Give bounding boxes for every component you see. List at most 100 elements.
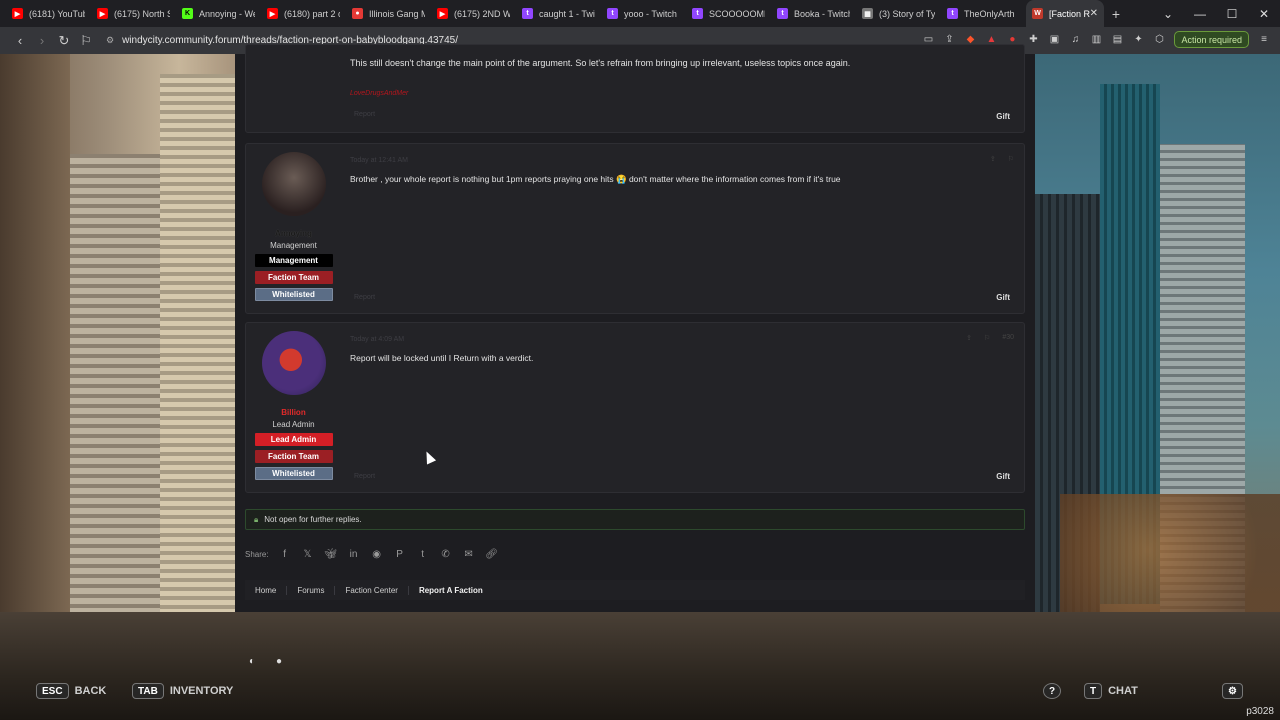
hud-chat[interactable]: T CHAT bbox=[1084, 682, 1138, 700]
post-body: Today at 12:41 AM ⇪ ⚐ Brother , your who… bbox=[350, 144, 1014, 313]
breadcrumb-faction-center[interactable]: Faction Center bbox=[334, 585, 407, 595]
tab-title: Booka - Twitch bbox=[794, 8, 850, 19]
bluesky-icon[interactable]: 🦋︎ bbox=[324, 548, 337, 560]
tab-title: SCOOOOOME bbox=[709, 8, 765, 19]
browser-tab[interactable]: ● Illinois Gang M bbox=[346, 0, 431, 27]
back-label: BACK bbox=[74, 685, 107, 697]
tumblr-icon[interactable]: t bbox=[417, 548, 429, 560]
email-icon[interactable]: ✉ bbox=[463, 548, 475, 560]
gift-button[interactable]: Gift bbox=[996, 112, 1010, 121]
avatar[interactable] bbox=[261, 152, 326, 216]
overlay-icon-left: ◐ bbox=[249, 656, 256, 667]
hud-inventory[interactable]: TAB INVENTORY bbox=[132, 682, 233, 700]
whatsapp-icon[interactable]: ✆ bbox=[440, 548, 452, 560]
browser-tab[interactable]: ▶ (6175) 2ND W bbox=[431, 0, 516, 27]
breadcrumb-home[interactable]: Home bbox=[245, 586, 286, 595]
bookmark-icon[interactable]: ⚐ bbox=[76, 33, 96, 49]
close-icon[interactable]: ✕ bbox=[1248, 0, 1280, 27]
post-user-info: Billion Lead Admin Lead Admin Faction Te… bbox=[246, 323, 341, 480]
post-text: Report will be locked until I Return wit… bbox=[350, 353, 534, 363]
youtube-icon: ▶ bbox=[437, 8, 448, 19]
new-tab-icon[interactable]: + bbox=[1104, 6, 1128, 22]
x-icon[interactable]: 𝕏 bbox=[302, 548, 314, 560]
esc-key: ESC bbox=[36, 683, 69, 699]
twitch-icon: t bbox=[777, 8, 788, 19]
breadcrumb-report-a-faction[interactable]: Report A Faction bbox=[407, 585, 493, 595]
browser-tab[interactable]: t caught 1 - Twit bbox=[516, 0, 601, 27]
tab-search-icon[interactable]: ▣ bbox=[1048, 34, 1060, 46]
sidebar-icon[interactable]: ▥ bbox=[1090, 34, 1102, 46]
leo-icon[interactable]: ✦ bbox=[1132, 34, 1144, 46]
report-link[interactable]: Report bbox=[354, 294, 375, 301]
maps-icon: ● bbox=[352, 8, 363, 19]
bookmark-post-icon[interactable]: ⚐ bbox=[1008, 155, 1014, 163]
minimize-icon[interactable]: — bbox=[1184, 0, 1216, 27]
building-left bbox=[0, 54, 70, 614]
post-number[interactable]: #30 bbox=[1002, 334, 1014, 342]
help-icon: ? bbox=[1043, 683, 1062, 699]
back-icon[interactable]: ‹ bbox=[10, 33, 30, 48]
youtube-icon: ▶ bbox=[12, 8, 23, 19]
browser-tab[interactable]: ▦ (3) Story of Tyr bbox=[856, 0, 941, 27]
browser-tab[interactable]: ▶ (6175) North S bbox=[91, 0, 176, 27]
browser-tab[interactable]: K Annoying - We bbox=[176, 0, 261, 27]
hud-settings[interactable]: ⚙ bbox=[1222, 682, 1249, 700]
breadcrumb-forums[interactable]: Forums bbox=[286, 585, 334, 595]
reddit-icon[interactable]: ◉ bbox=[371, 548, 383, 560]
site-info-icon[interactable]: ⚙ bbox=[106, 35, 114, 45]
post-username[interactable]: Annoying bbox=[246, 229, 341, 238]
pinterest-icon[interactable]: P bbox=[394, 548, 406, 560]
user-banner-management: Management bbox=[254, 254, 333, 267]
hud-back[interactable]: ESC BACK bbox=[36, 682, 106, 700]
action-required-button[interactable]: Action required bbox=[1174, 31, 1249, 48]
grid-icon: ▦ bbox=[862, 8, 873, 19]
maximize-icon[interactable]: ☐ bbox=[1216, 0, 1248, 27]
forum-post: Annoying Management Management Faction T… bbox=[245, 143, 1025, 314]
chat-key-icon: T bbox=[1084, 683, 1103, 699]
wallet-icon[interactable]: ▤ bbox=[1111, 34, 1123, 46]
forward-icon[interactable]: › bbox=[32, 33, 52, 48]
twitch-icon: t bbox=[947, 8, 958, 19]
window-controls: ⌄ — ☐ ✕ bbox=[1152, 0, 1280, 27]
browser-tab[interactable]: t yooo - Twitch bbox=[601, 0, 686, 27]
media-icon[interactable]: ♫ bbox=[1069, 34, 1081, 46]
facebook-icon[interactable]: f bbox=[279, 548, 291, 560]
bookmark-post-icon[interactable]: ⚐ bbox=[984, 334, 990, 342]
reload-icon[interactable]: ↻ bbox=[54, 33, 74, 49]
browser-tab[interactable]: t TheOnlyArth bbox=[941, 0, 1026, 27]
link-icon[interactable]: 🔗︎ bbox=[485, 548, 498, 560]
post-date[interactable]: Today at 4:09 AM bbox=[350, 336, 404, 343]
forum-icon: W bbox=[1032, 8, 1043, 19]
browser-tab[interactable]: ▶ (6181) YouTube bbox=[6, 0, 91, 27]
linkedin-icon[interactable]: in bbox=[348, 548, 360, 560]
youtube-icon: ▶ bbox=[97, 8, 108, 19]
hud-help[interactable]: ? bbox=[1043, 682, 1067, 700]
chat-label: CHAT bbox=[1108, 685, 1138, 697]
post-date[interactable]: Today at 12:41 AM bbox=[350, 157, 408, 164]
building-left-tall bbox=[70, 154, 160, 614]
menu-icon[interactable]: ≡ bbox=[1258, 34, 1270, 46]
post-tools: ⇪ ⚐ #30 bbox=[966, 334, 1014, 342]
post-username[interactable]: Billion bbox=[246, 408, 341, 417]
report-link[interactable]: Report bbox=[354, 111, 375, 118]
user-banner-faction-team: Faction Team bbox=[254, 271, 333, 284]
report-link[interactable]: Report bbox=[354, 473, 375, 480]
share-post-icon[interactable]: ⇪ bbox=[990, 155, 996, 163]
extensions-icon[interactable]: ✚ bbox=[1027, 34, 1039, 46]
browser-tab[interactable]: t SCOOOOOME bbox=[686, 0, 771, 27]
forum-post: This still doesn't change the main point… bbox=[245, 44, 1025, 133]
tab-title: (6175) 2ND W bbox=[454, 8, 510, 19]
avatar[interactable] bbox=[261, 331, 326, 395]
browser-tab-active[interactable]: W [Faction R ✕ bbox=[1026, 0, 1104, 27]
share-bar: Share: f 𝕏 🦋︎ in ◉ P t ✆ ✉ 🔗︎ bbox=[245, 548, 509, 560]
chevron-down-icon[interactable]: ⌄ bbox=[1152, 0, 1184, 27]
post-user-info: Annoying Management Management Faction T… bbox=[246, 144, 341, 301]
tab-title: Illinois Gang M bbox=[369, 8, 425, 19]
gift-button[interactable]: Gift bbox=[996, 293, 1010, 302]
browser-tab[interactable]: t Booka - Twitch bbox=[771, 0, 856, 27]
close-tab-icon[interactable]: ✕ bbox=[1090, 8, 1098, 19]
share-post-icon[interactable]: ⇪ bbox=[966, 334, 972, 342]
vpn-icon[interactable]: ⬡ bbox=[1153, 34, 1165, 46]
browser-tab[interactable]: ▶ (6180) part 2 o bbox=[261, 0, 346, 27]
gift-button[interactable]: Gift bbox=[996, 472, 1010, 481]
